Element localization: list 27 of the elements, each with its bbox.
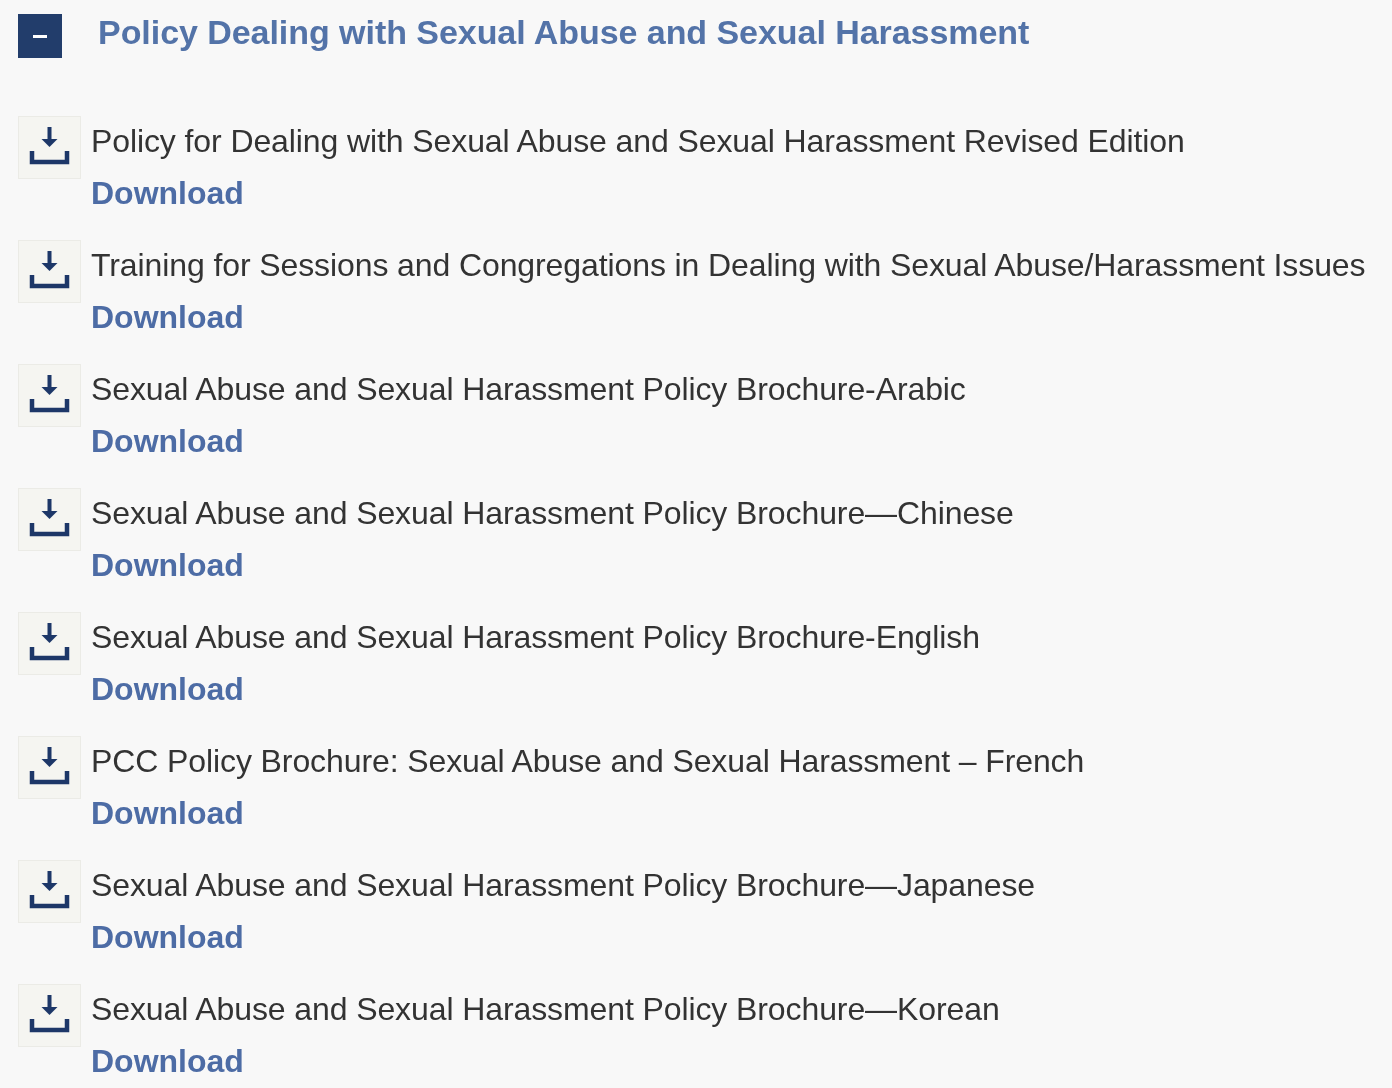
document-title: Sexual Abuse and Sexual Harassment Policy Brochure—Korean xyxy=(91,990,1000,1029)
download-icon[interactable] xyxy=(18,364,81,427)
document-title: Sexual Abuse and Sexual Harassment Policy Brochure-Arabic xyxy=(91,370,966,409)
document-title: Sexual Abuse and Sexual Harassment Policy Brochure-English xyxy=(91,618,980,657)
download-link[interactable]: Download xyxy=(91,297,244,337)
download-icon[interactable] xyxy=(18,984,81,1047)
download-link[interactable]: Download xyxy=(91,1041,244,1081)
download-link[interactable]: Download xyxy=(91,793,244,833)
collapse-button[interactable] xyxy=(18,14,62,58)
download-icon[interactable] xyxy=(18,240,81,303)
section-title: Policy Dealing with Sexual Abuse and Sexual Harassment xyxy=(98,12,1030,53)
download-icon[interactable] xyxy=(18,860,81,923)
document-title: Sexual Abuse and Sexual Harassment Policy Brochure—Chinese xyxy=(91,494,1014,533)
download-icon[interactable] xyxy=(18,612,81,675)
download-link[interactable]: Download xyxy=(91,173,244,213)
download-icon[interactable] xyxy=(18,736,81,799)
download-link[interactable]: Download xyxy=(91,421,244,461)
document-title: Policy for Dealing with Sexual Abuse and Sexual Harassment Revised Edition xyxy=(91,122,1185,161)
download-link[interactable]: Download xyxy=(91,917,244,957)
download-icon[interactable] xyxy=(18,116,81,179)
download-icon[interactable] xyxy=(18,488,81,551)
document-title: Training for Sessions and Congregations in Dealing with Sexual Abuse/Harassment Issues xyxy=(91,246,1366,285)
download-link[interactable]: Download xyxy=(91,545,244,585)
minus-icon xyxy=(33,34,47,38)
document-title: Sexual Abuse and Sexual Harassment Policy Brochure—Japanese xyxy=(91,866,1035,905)
document-title: PCC Policy Brochure: Sexual Abuse and Sexual Harassment – French xyxy=(91,742,1085,781)
download-link[interactable]: Download xyxy=(91,669,244,709)
